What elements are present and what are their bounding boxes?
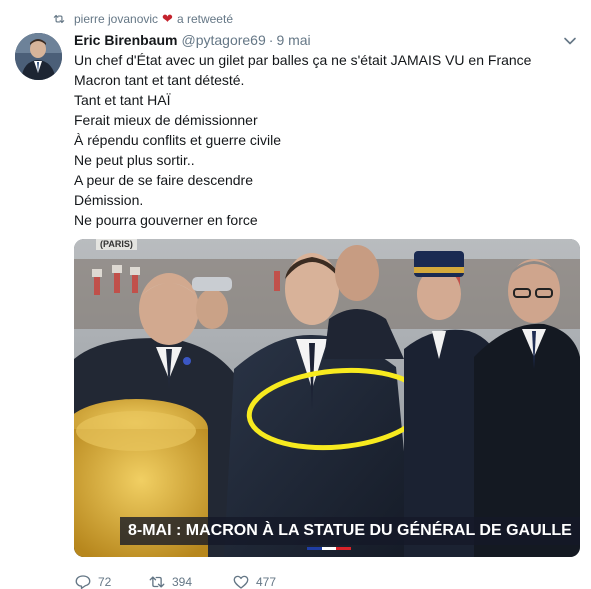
tricolor-flag [307, 547, 352, 550]
retweet-icon [149, 576, 165, 588]
avatar[interactable] [15, 33, 62, 80]
header-separator: · [268, 32, 274, 48]
reply-icon [75, 575, 91, 589]
like-button[interactable]: 477 [232, 573, 312, 589]
tweet-line: Ne pourra gouverner en force [74, 212, 258, 228]
like-icon [233, 575, 249, 589]
retweeter-name[interactable]: pierre jovanovic [74, 12, 158, 26]
tweet-line: Un chef d'État avec un gilet par balles … [74, 52, 532, 68]
like-count: 477 [256, 575, 277, 589]
retweet-button[interactable]: 394 [148, 573, 232, 589]
photo-scene [74, 239, 580, 557]
tweet-line: Tant et tant HAÏ [74, 92, 171, 108]
chevron-down-icon[interactable] [563, 34, 577, 48]
retweet-context: pierre jovanovic ❤ a retweeté [52, 10, 233, 28]
reply-button[interactable]: 72 [74, 573, 148, 589]
retweet-count: 394 [172, 575, 193, 589]
heart-icon: ❤ [162, 11, 173, 26]
retweet-icon [53, 14, 65, 24]
tweet-header: Eric Birenbaum @pytagore69 · 9 mai [74, 30, 311, 50]
tweet-line: Macron tant et tant détesté. [74, 72, 245, 88]
tweet-line: Démission. [74, 192, 144, 208]
tweet-line: Ferait mieux de démissionner [74, 112, 258, 128]
tweet-line: Ne peut plus sortir.. [74, 152, 195, 168]
tweet[interactable]: pierre jovanovic ❤ a retweeté Eric Biren… [0, 0, 591, 589]
tweet-text: Un chef d'État avec un gilet par balles … [74, 50, 574, 230]
tweet-media-photo[interactable]: (PARIS) 8-MAI : MACRON À LA STATUE DU GÉ… [74, 239, 580, 557]
author-handle[interactable]: @pytagore69 [181, 32, 265, 48]
photo-caption: 8-MAI : MACRON À LA STATUE DU GÉNÉRAL DE… [120, 517, 580, 545]
tweet-line: À répendu conflits et guerre civile [74, 132, 281, 148]
tweet-actions: 72 394 477 [74, 573, 312, 589]
tweet-line: A peur de se faire descendre [74, 172, 254, 188]
author-name[interactable]: Eric Birenbaum [74, 32, 177, 48]
retweet-suffix: a retweeté [176, 12, 233, 26]
tweet-time[interactable]: 9 mai [276, 32, 310, 48]
photo-top-banner: (PARIS) [96, 239, 137, 250]
reply-count: 72 [98, 575, 112, 589]
